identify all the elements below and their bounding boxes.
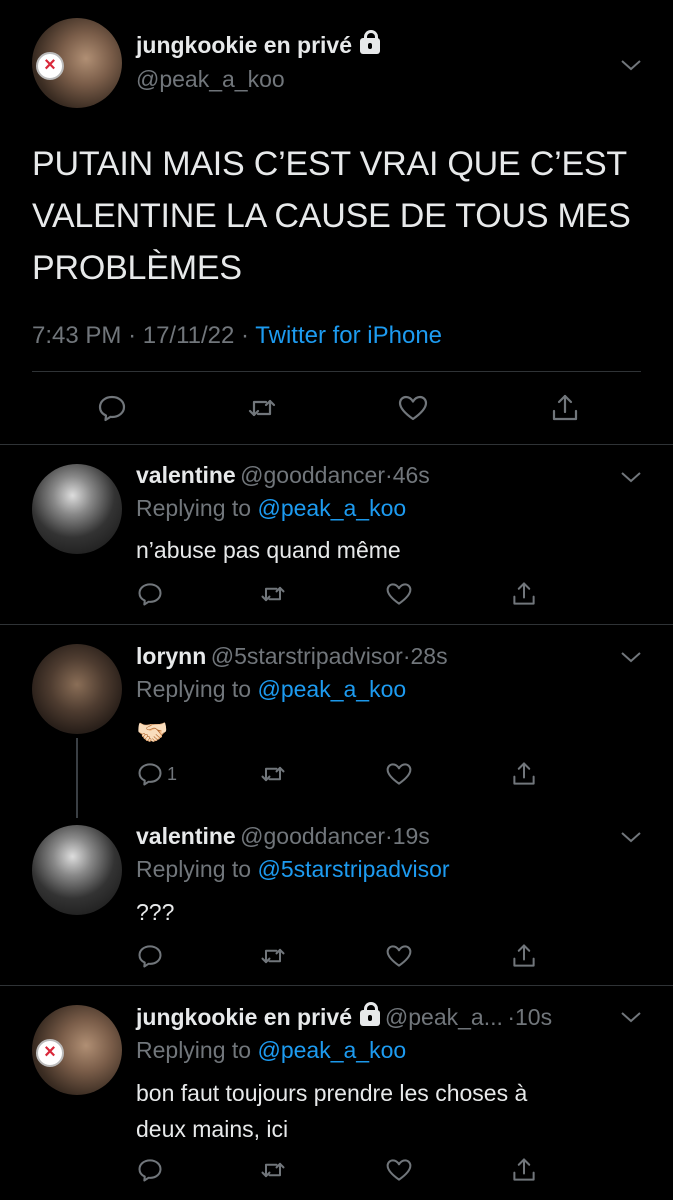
handle[interactable]: @peak_a... [385,1004,503,1030]
separator: · [385,462,393,488]
avatar[interactable] [32,464,122,554]
replying-prefix: Replying to [136,856,252,882]
heart-icon[interactable] [385,1156,417,1188]
reply-icon[interactable] [136,942,168,974]
reply-text-line: deux mains, ici [136,1116,289,1142]
handle[interactable]: @5starstripadvisor [211,643,403,669]
mention-link[interactable]: @peak_a_koo [257,495,406,521]
tweet-age: 19s [392,823,430,849]
separator: · [507,1004,516,1030]
reply-text: bon faut toujours prendre les choses à d… [136,1075,527,1147]
divider [0,624,673,625]
display-name[interactable]: valentine [136,823,236,849]
separator: · [385,823,393,849]
handle[interactable]: @gooddancer [240,462,385,488]
share-icon[interactable] [510,580,542,612]
reply-text: n’abuse pas quand même [136,537,401,563]
mention-link[interactable]: @peak_a_koo [257,1037,406,1063]
author-row: jungkookie en privé [136,30,381,59]
retweet-icon[interactable] [259,1156,291,1188]
reply-icon[interactable] [136,1156,168,1188]
lock-icon [360,1002,381,1026]
main-tweet: × jungkookie en privé @peak_a_koo PUTAIN… [0,0,673,444]
tweet-date: 17/11/22 [142,322,235,349]
mention-link[interactable]: @5starstripadvisor [257,856,449,882]
tweet-time: 7:43 PM [32,322,122,349]
reply-icon[interactable] [136,580,168,612]
tweet-meta: 7:43 PM · 17/11/22 · Twitter for iPhone [32,322,442,350]
heart-icon[interactable] [385,580,417,612]
display-name[interactable]: jungkookie en privé [136,1004,352,1030]
reply-icon[interactable] [96,392,128,424]
tweet-age: 10s [515,1004,553,1030]
thread-line [76,738,78,818]
tweet-thread-screen: × jungkookie en privé @peak_a_koo PUTAIN… [0,0,673,1200]
chevron-down-icon[interactable] [620,58,642,72]
share-icon[interactable] [510,1156,542,1188]
chevron-down-icon[interactable] [620,1010,642,1024]
chevron-down-icon[interactable] [620,650,642,664]
avatar[interactable] [32,644,122,734]
heart-icon[interactable] [397,392,429,424]
divider [0,985,673,986]
reply-text: ??? [136,899,175,925]
replying-prefix: Replying to [136,495,252,521]
heart-icon[interactable] [385,942,417,974]
display-name[interactable]: jungkookie en privé [136,32,352,58]
author-row: jungkookie en privé @peak_a... ·10s [136,1002,553,1031]
avatar[interactable]: × [32,1005,122,1095]
chevron-down-icon[interactable] [620,830,642,844]
separator: · [241,322,250,349]
replying-prefix: Replying to [136,1037,252,1063]
share-icon[interactable] [549,392,581,424]
display-name[interactable]: valentine [136,462,236,488]
lock-icon [360,30,381,54]
retweet-icon[interactable] [246,392,278,424]
reply-count: 1 [167,764,178,784]
chevron-down-icon[interactable] [620,470,642,484]
replying-to: Replying to @peak_a_koo [136,1037,406,1064]
tweet-age: 46s [392,462,430,488]
author-row: lorynn @5starstripadvisor·28s [136,643,448,670]
tweet-text: PUTAIN MAIS C’EST VRAI QUE C’EST VALENTI… [32,145,631,287]
replying-to: Replying to @peak_a_koo [136,495,406,522]
replying-to: Replying to @peak_a_koo [136,676,406,703]
retweet-icon[interactable] [259,760,291,792]
handshake-emoji: 🤝🏻 [136,717,169,747]
mention-link[interactable]: @peak_a_koo [257,676,406,702]
avatar[interactable]: × [32,18,122,108]
separator: · [128,322,137,349]
reply-icon[interactable] [136,760,168,792]
author-row: valentine @gooddancer·19s [136,823,430,850]
reply-text-line: bon faut toujours prendre les choses à [136,1080,528,1106]
x-sticker-icon: × [36,52,64,80]
share-icon[interactable] [510,942,542,974]
x-sticker-icon: × [36,1039,64,1067]
avatar[interactable] [32,825,122,915]
share-icon[interactable] [510,760,542,792]
divider [0,444,673,445]
author-row: valentine @gooddancer·46s [136,462,430,489]
replying-prefix: Replying to [136,676,252,702]
tweet-age: 28s [410,643,448,669]
retweet-icon[interactable] [259,580,291,612]
divider [32,371,641,372]
handle[interactable]: @peak_a_koo [136,66,285,93]
tweet-source[interactable]: Twitter for iPhone [255,322,442,349]
display-name[interactable]: lorynn [136,643,206,669]
retweet-icon[interactable] [259,942,291,974]
handle[interactable]: @gooddancer [240,823,385,849]
replying-to: Replying to @5starstripadvisor [136,856,450,883]
heart-icon[interactable] [385,760,417,792]
